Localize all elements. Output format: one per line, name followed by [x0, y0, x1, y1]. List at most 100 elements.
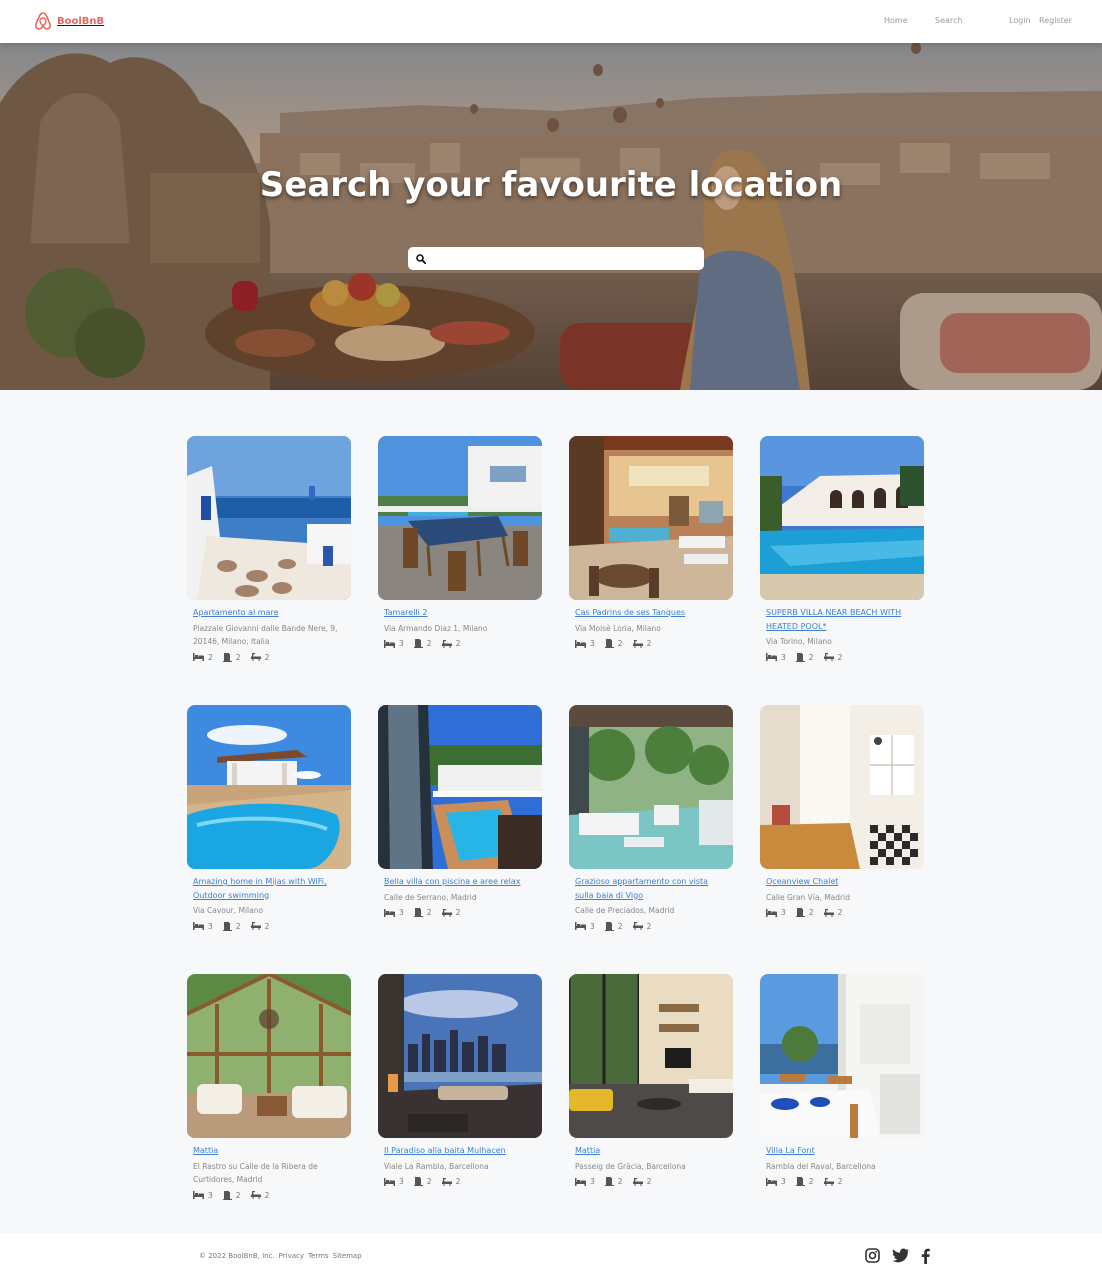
listing-card[interactable]: SUPERB VILLA NEAR BEACH WITH HEATED POOL…: [760, 436, 924, 662]
bed-icon: [766, 653, 777, 661]
rooms-count: 2: [208, 652, 213, 662]
listing-card[interactable]: Bella villa con piscina e aree relax Cal…: [378, 705, 542, 917]
twitter-link[interactable]: [892, 1248, 909, 1267]
listing-photo[interactable]: [378, 705, 542, 869]
door-icon: [413, 639, 423, 648]
rooms-count: 3: [208, 1190, 213, 1200]
door-icon: [413, 908, 423, 917]
rooms-count: 3: [208, 921, 213, 931]
instagram-icon: [865, 1248, 880, 1263]
bath-icon: [632, 1177, 643, 1186]
bathrooms-count: 2: [837, 1177, 843, 1186]
bath-icon: [823, 653, 834, 661]
bathrooms-count: 2: [264, 652, 270, 662]
beds-count: 2: [808, 1177, 814, 1186]
hero-title: Search your favourite location: [259, 165, 843, 205]
listing-photo[interactable]: [569, 705, 733, 869]
listing-photo[interactable]: [760, 436, 924, 600]
listing-photo[interactable]: [378, 436, 542, 600]
listing-photo[interactable]: [187, 705, 351, 869]
listing-address: Via Torino, Milano: [766, 637, 832, 646]
listing-stats: 3 2 2: [384, 908, 536, 917]
listing-photo[interactable]: [569, 436, 733, 600]
bathrooms-count: 2: [455, 639, 461, 648]
listing-title[interactable]: SUPERB VILLA NEAR BEACH WITH HEATED POOL…: [766, 606, 918, 633]
location-search-bar[interactable]: [408, 247, 704, 270]
brand-logo-link[interactable]: BoolBnB: [34, 11, 104, 31]
listing-title[interactable]: Grazioso appartamento con vista sulla ba…: [575, 875, 727, 902]
beds-count: 2: [617, 639, 623, 648]
listing-photo[interactable]: [187, 974, 351, 1138]
listing-card[interactable]: Il Paradiso alla baita Mulhacen Viale La…: [378, 974, 542, 1186]
door-icon: [413, 1177, 423, 1186]
bath-icon: [441, 1177, 452, 1186]
bed-icon: [575, 1177, 586, 1186]
privacy-link[interactable]: Privacy: [279, 1252, 304, 1260]
listing-card[interactable]: Cas Padrins de ses Tanques Via Moisè Lor…: [569, 436, 733, 648]
location-search-input[interactable]: [432, 247, 704, 270]
listing-card[interactable]: Apartamento al mare Piazzale Giovanni da…: [187, 436, 351, 662]
listing-address: Rambla del Raval, Barcellona: [766, 1161, 876, 1171]
listing-card[interactable]: Tamarelli 2 Via Armando Diaz 1, Milano 3…: [378, 436, 542, 648]
beds-count: 2: [617, 1177, 623, 1186]
listing-stats: 3 2 2: [575, 921, 727, 931]
register-link[interactable]: Register: [1039, 16, 1072, 25]
listing-card[interactable]: Villa La Font Rambla del Raval, Barcello…: [760, 974, 924, 1186]
beds-count: 2: [426, 1177, 432, 1186]
nav-home-link[interactable]: Home: [884, 16, 908, 25]
bathrooms-count: 2: [646, 639, 652, 648]
listing-card[interactable]: Mattia El Rastro su Calle de la Ribera d…: [187, 974, 351, 1200]
listing-title[interactable]: Apartamento al mare: [193, 606, 345, 620]
listing-address: Calle Gran Vía, Madrid: [766, 892, 850, 902]
sitemap-link[interactable]: Sitemap: [333, 1252, 362, 1260]
nav-search-link[interactable]: Search: [935, 16, 962, 25]
listing-stats: 3 2 2: [766, 1177, 918, 1186]
top-navbar: BoolBnB Home Search Login Register: [0, 0, 1102, 43]
bathrooms-count: 2: [264, 921, 270, 931]
facebook-icon: [921, 1248, 930, 1264]
bathrooms-stat: 2: [823, 1177, 843, 1186]
listing-photo[interactable]: [760, 705, 924, 869]
listing-card[interactable]: Amazing home in Mijas with WiFi, Outdoor…: [187, 705, 351, 931]
listing-title[interactable]: Mattia: [193, 1144, 345, 1158]
bath-icon: [632, 922, 643, 930]
listing-title[interactable]: Oceanview Chalet: [766, 875, 918, 889]
bathrooms-count: 2: [646, 1177, 652, 1186]
door-icon: [604, 639, 614, 648]
listing-stats: 3 2 2: [766, 908, 918, 917]
listing-photo[interactable]: [187, 436, 351, 600]
listing-stats: 3 2 2: [384, 1177, 536, 1186]
listing-title[interactable]: Cas Padrins de ses Tanques: [575, 606, 727, 620]
listing-card[interactable]: Mattia Passeig de Gràcia, Barcellona 3 2…: [569, 974, 733, 1186]
listing-title[interactable]: Villa La Font: [766, 1144, 918, 1158]
listing-title[interactable]: Il Paradiso alla baita Mulhacen: [384, 1144, 536, 1158]
footer-links: © 2022 BoolBnB, Inc. Privacy Terms Sitem…: [199, 1252, 362, 1260]
bathrooms-stat: 2: [250, 921, 270, 931]
listing-photo[interactable]: [569, 974, 733, 1138]
bath-icon: [250, 653, 261, 661]
beds-stat: 2: [604, 639, 623, 648]
listing-address: Via Cavour, Milano: [193, 906, 264, 915]
bathrooms-stat: 2: [823, 653, 842, 662]
rooms-count: 3: [399, 639, 404, 648]
listing-card[interactable]: Grazioso appartamento con vista sulla ba…: [569, 705, 733, 931]
listing-photo[interactable]: [760, 974, 924, 1138]
listing-title[interactable]: Mattia: [575, 1144, 727, 1158]
listing-card[interactable]: Oceanview Chalet Calle Gran Vía, Madrid …: [760, 705, 924, 917]
bathrooms-stat: 2: [250, 1191, 269, 1200]
rooms-stat: 3: [384, 908, 404, 917]
instagram-link[interactable]: [865, 1248, 880, 1267]
listing-title[interactable]: Amazing home in Mijas with WiFi, Outdoor…: [193, 875, 345, 902]
listing-stats: 3 2 2: [575, 1177, 727, 1186]
rooms-count: 3: [590, 639, 595, 648]
beds-count: 2: [808, 908, 814, 917]
terms-link[interactable]: Terms: [308, 1252, 329, 1260]
listing-photo[interactable]: [378, 974, 542, 1138]
login-link[interactable]: Login: [1009, 16, 1031, 25]
listing-title[interactable]: Bella villa con piscina e aree relax: [384, 875, 536, 889]
facebook-link[interactable]: [921, 1248, 930, 1268]
bath-icon: [441, 908, 452, 917]
listing-title[interactable]: Tamarelli 2: [384, 606, 536, 620]
hero-banner: Search your favourite location: [0, 43, 1102, 390]
bathrooms-stat: 2: [250, 652, 270, 662]
